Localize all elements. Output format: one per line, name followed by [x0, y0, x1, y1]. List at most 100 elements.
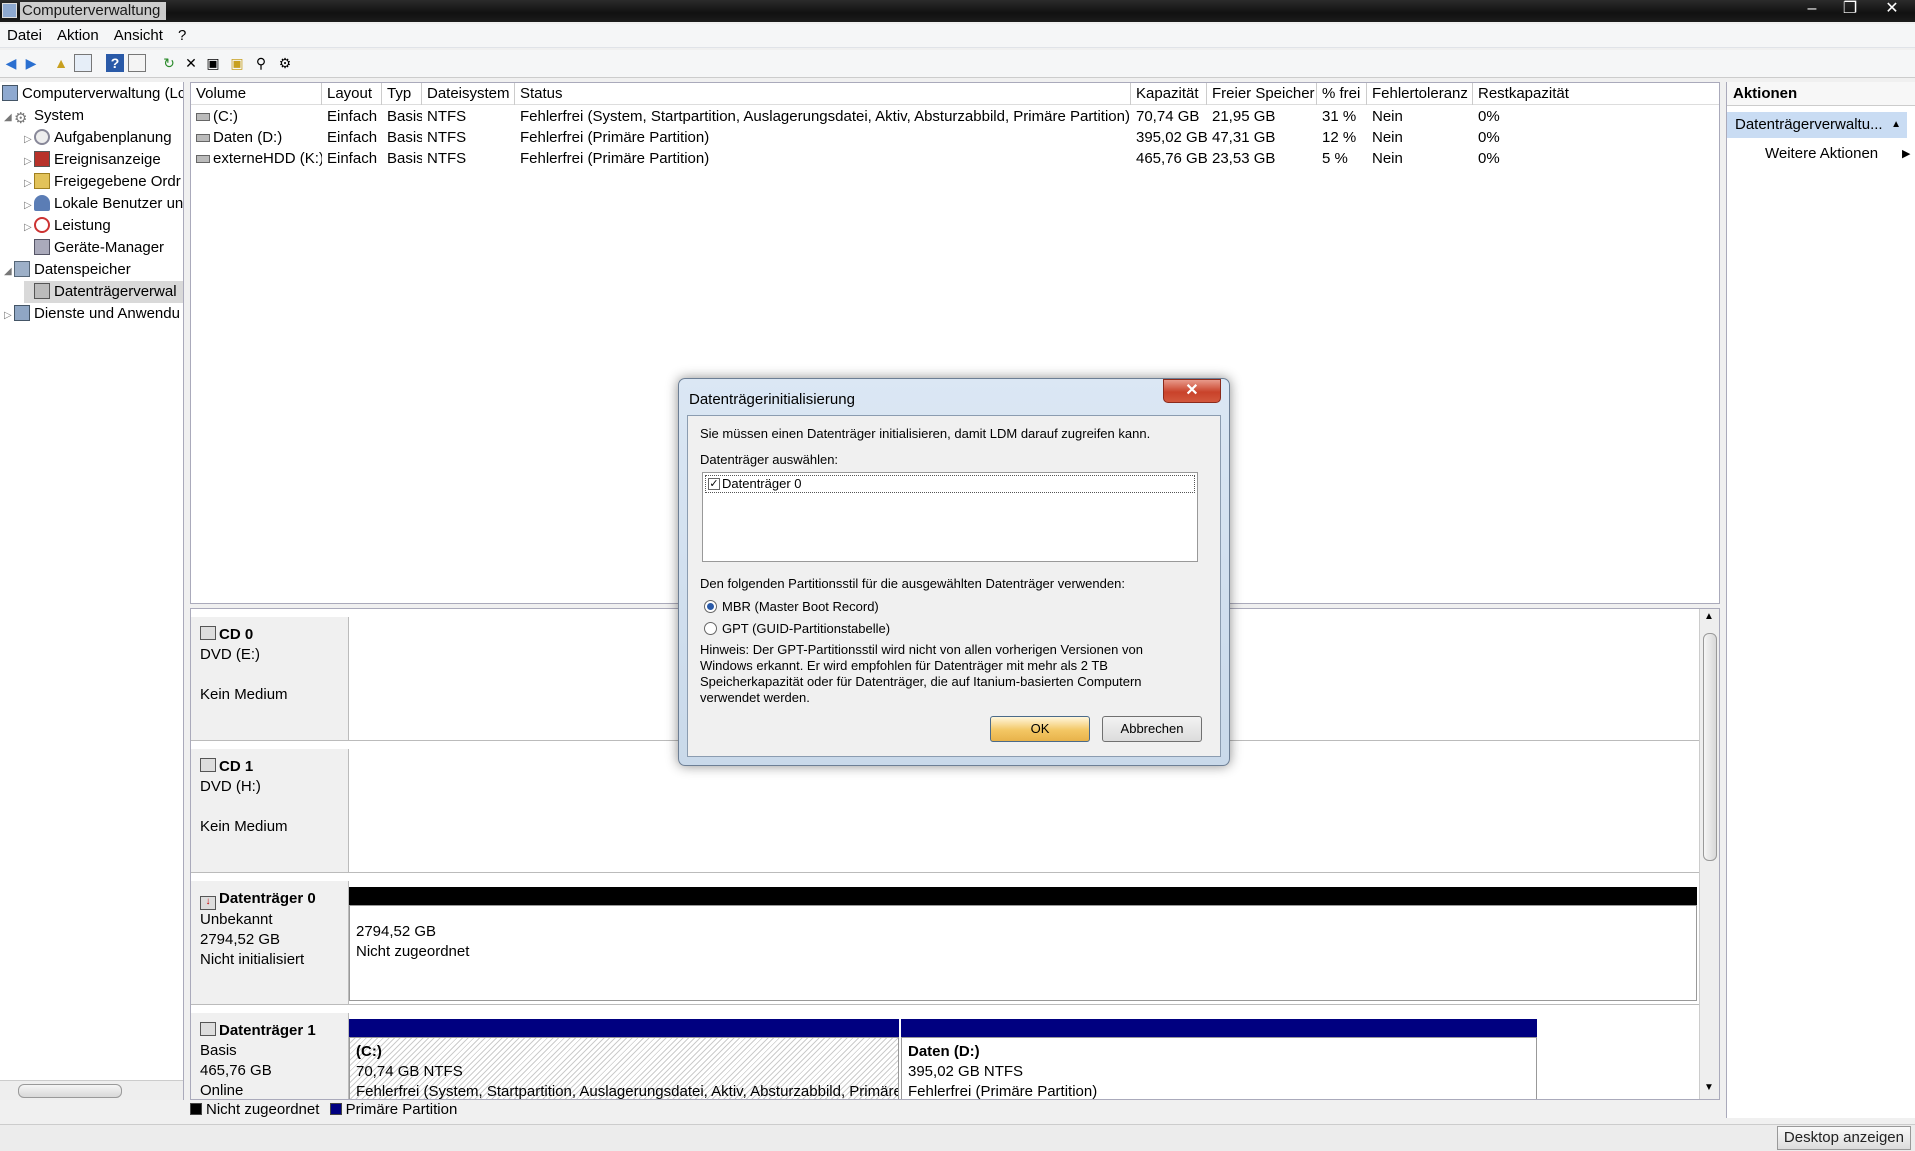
col-typ[interactable]: Typ — [382, 83, 422, 105]
table-row[interactable]: (C:) Einfach Basis NTFS Fehlerfrei (Syst… — [191, 106, 1719, 127]
expand-icon[interactable]: ▷ — [24, 129, 34, 151]
tree-item-ereignisanzeige[interactable]: ▷ Ereignisanzeige — [24, 149, 161, 171]
menu-aktion[interactable]: Aktion — [50, 24, 107, 44]
maximize-button[interactable]: ❐ — [1835, 0, 1865, 20]
gpt-radio[interactable] — [704, 622, 717, 635]
disk-row-cd1[interactable]: CD 1 DVD (H:) Kein Medium — [191, 749, 1699, 873]
menu-ansicht[interactable]: Ansicht — [107, 24, 171, 44]
mbr-radio[interactable] — [704, 600, 717, 613]
collapse-icon[interactable]: ◢ — [4, 261, 14, 283]
col-prozent-frei[interactable]: % frei — [1317, 83, 1367, 105]
partition-c[interactable]: (C:) 70,74 GB NTFS Fehlerfrei (System, S… — [349, 1037, 899, 1099]
scrollbar-thumb[interactable] — [18, 1084, 122, 1098]
tree-item-dienste[interactable]: ▷ Dienste und Anwendu — [4, 303, 180, 325]
ok-button[interactable]: OK — [990, 716, 1090, 742]
tree-item-geraete-manager[interactable]: Geräte-Manager — [24, 237, 164, 259]
disk-label: CD 1 DVD (H:) Kein Medium — [191, 749, 349, 872]
expand-icon[interactable]: ▷ — [24, 151, 34, 173]
back-icon[interactable]: ◀ — [2, 54, 20, 72]
table-row[interactable]: Daten (D:) Einfach Basis NTFS Fehlerfrei… — [191, 127, 1719, 148]
disk-view-vertical-scrollbar[interactable]: ▲ ▼ — [1699, 609, 1719, 1099]
volume-list-header: Volume Layout Typ Dateisystem Status Kap… — [191, 83, 1719, 105]
tree-item-leistung[interactable]: ▷ Leistung — [24, 215, 111, 237]
volume-icon — [196, 155, 210, 163]
col-fehlertoleranz[interactable]: Fehlertoleranz — [1367, 83, 1473, 105]
tree-root[interactable]: Computerverwaltung (Lc — [2, 83, 183, 105]
mbr-label[interactable]: MBR (Master Boot Record) — [722, 599, 879, 614]
volume-icon — [196, 113, 210, 121]
dialog-close-button[interactable]: ✕ — [1163, 379, 1221, 403]
unallocated-partition[interactable]: 2794,52 GB Nicht zugeordnet — [349, 905, 1697, 1001]
actions-pane: Aktionen Datenträgerverwaltu... ▲ Weitere… — [1726, 82, 1915, 1118]
system-icon: ⚙ — [14, 110, 28, 127]
help-icon[interactable]: ? — [106, 54, 124, 72]
dialog-title: Datenträgerinitialisierung — [689, 391, 855, 408]
tree-item-lokale-benutzer[interactable]: ▷ Lokale Benutzer un — [24, 193, 183, 215]
disk-listbox[interactable]: ✓ Datenträger 0 — [702, 472, 1198, 562]
unallocated-bar — [349, 887, 1697, 905]
properties-icon[interactable] — [128, 54, 146, 72]
search-icon[interactable]: ⚲ — [252, 54, 270, 72]
tree-horizontal-scrollbar[interactable] — [0, 1080, 183, 1100]
scroll-down-icon[interactable]: ▼ — [1704, 1082, 1714, 1093]
table-row[interactable]: externeHDD (K:) Einfach Basis NTFS Fehle… — [191, 148, 1719, 169]
event-icon — [34, 151, 50, 167]
weitere-aktionen-item[interactable]: Weitere Aktionen ▶ — [1765, 142, 1910, 166]
disk-warning-icon: ↓ — [200, 896, 216, 910]
close-window-button[interactable]: ✕ — [1877, 0, 1907, 20]
users-icon — [34, 195, 50, 211]
expand-icon[interactable]: ▷ — [24, 217, 34, 239]
tree-item-aufgabenplanung[interactable]: ▷ Aufgabenplanung — [24, 127, 172, 149]
status-bar: Desktop anzeigen — [0, 1124, 1915, 1151]
cd-drive-icon — [200, 626, 216, 640]
menu-help[interactable]: ? — [171, 24, 194, 44]
hint-line-1: Hinweis: Der GPT-Partitionsstil wird nic… — [700, 642, 1143, 657]
tree-item-datentraegerverwaltung[interactable]: Datenträgerverwal — [24, 281, 183, 303]
settings-icon[interactable]: ⚙ — [276, 54, 294, 72]
disk-row-disk1[interactable]: Datenträger 1 Basis 465,76 GB Online (C:… — [191, 1013, 1699, 1099]
desktop-anzeigen-button[interactable]: Desktop anzeigen — [1776, 1126, 1911, 1150]
col-layout[interactable]: Layout — [322, 83, 382, 105]
show-hide-tree-icon[interactable] — [74, 54, 92, 72]
tree-item-freigegebene-ordner[interactable]: ▷ Freigegebene Ordr — [24, 171, 181, 193]
expand-icon[interactable]: ▷ — [24, 173, 34, 195]
hint-line-3: Speicherkapazität oder für Datenträger, … — [700, 674, 1142, 689]
collapse-icon[interactable]: ▲ — [1891, 112, 1901, 138]
menu-datei[interactable]: Datei — [0, 24, 50, 44]
disk-icon[interactable]: ▣ — [204, 54, 222, 72]
cancel-button[interactable]: Abbrechen — [1102, 716, 1202, 742]
refresh-icon[interactable]: ↻ — [160, 54, 178, 72]
minimize-button[interactable]: – — [1797, 0, 1827, 20]
app-icon — [2, 3, 17, 18]
disk-list-item[interactable]: ✓ Datenträger 0 — [705, 475, 1195, 493]
storage-icon — [14, 261, 30, 277]
col-dateisystem[interactable]: Dateisystem — [422, 83, 515, 105]
services-icon — [14, 305, 30, 321]
tree-item-datenspeicher[interactable]: ◢ Datenspeicher — [4, 259, 131, 281]
chevron-right-icon: ▶ — [1902, 148, 1911, 160]
col-volume[interactable]: Volume — [191, 83, 322, 105]
scrollbar-thumb[interactable] — [1703, 633, 1717, 861]
up-folder-icon[interactable]: ▲ — [52, 54, 70, 72]
collapse-icon[interactable]: ◢ — [4, 107, 14, 129]
disk-row-disk0[interactable]: ↓ Datenträger 0 Unbekannt 2794,52 GB Nich… — [191, 881, 1699, 1005]
expand-icon[interactable]: ▷ — [24, 195, 34, 217]
open-folder-icon[interactable]: ▣ — [228, 54, 246, 72]
disk-label: Datenträger 1 Basis 465,76 GB Online — [191, 1013, 349, 1099]
tree-item-system[interactable]: ◢ ⚙ System — [4, 105, 84, 127]
gpt-label[interactable]: GPT (GUID-Partitionstabelle) — [722, 621, 890, 636]
scroll-up-icon[interactable]: ▲ — [1704, 611, 1714, 622]
col-freier-speicher[interactable]: Freier Speicher — [1207, 83, 1317, 105]
expand-icon[interactable]: ▷ — [4, 305, 14, 327]
forward-icon[interactable]: ▶ — [22, 54, 40, 72]
col-status[interactable]: Status — [515, 83, 1131, 105]
col-kapazitaet[interactable]: Kapazität — [1131, 83, 1207, 105]
actions-header: Aktionen — [1727, 82, 1915, 106]
actions-group-datentraegerverwaltung[interactable]: Datenträgerverwaltu... ▲ — [1727, 112, 1907, 138]
col-restkapazitaet[interactable]: Restkapazität — [1473, 83, 1717, 105]
menu-bar: Datei Aktion Ansicht? — [0, 24, 1915, 48]
primary-partition-bar — [901, 1019, 1537, 1037]
disk-checkbox[interactable]: ✓ — [708, 478, 720, 490]
partition-d[interactable]: Daten (D:) 395,02 GB NTFS Fehlerfrei (Pr… — [901, 1037, 1537, 1099]
delete-icon[interactable]: ✕ — [182, 54, 200, 72]
